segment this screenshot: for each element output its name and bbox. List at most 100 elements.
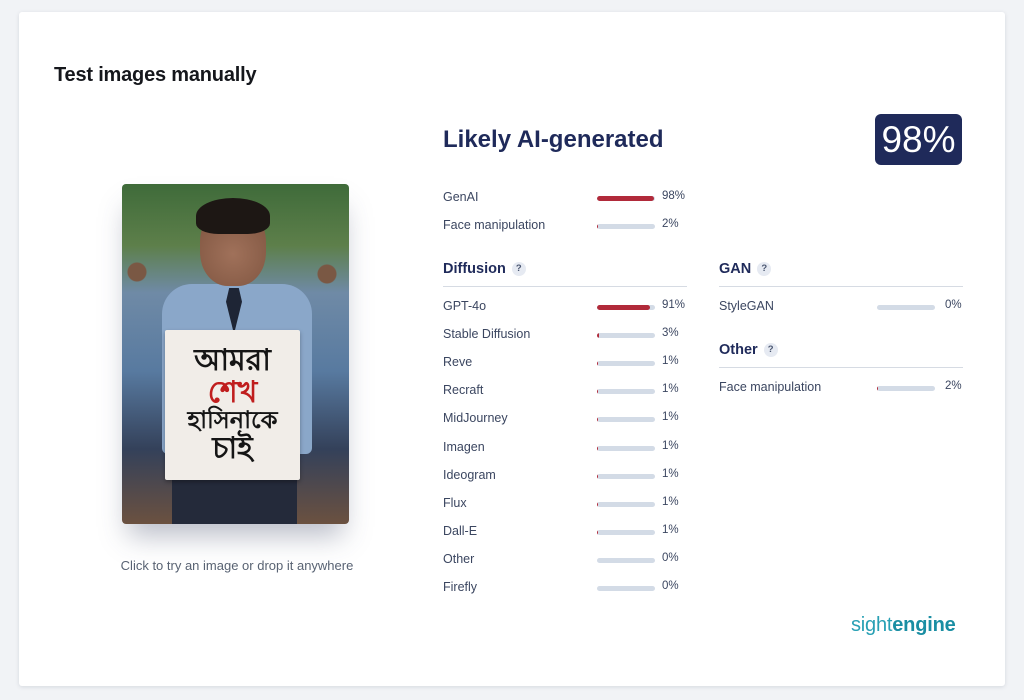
score-label: Firefly [443,580,478,594]
section-gan-title: GAN [719,261,752,277]
score-row: Flux 1% [443,494,705,514]
score-percent: 0% [662,580,679,592]
score-percent: 1% [662,439,679,452]
score-bar [597,224,655,229]
brand-part-1: sight [851,614,893,636]
score-label: Face manipulation [719,380,822,394]
score-label: Dall-E [443,523,478,538]
score-row: Firefly 0% [443,578,705,598]
sign-line-3: হাসিনাকে [187,406,278,435]
score-bar-fill [597,333,599,339]
main-card: Test images manually আমরা শেখ হাসিনাকে চ… [19,12,1005,686]
score-bar [597,305,655,310]
section-other-title: Other [719,342,758,358]
score-label: Other [443,551,475,566]
score-percent: 0% [662,551,679,564]
score-bar [597,389,655,395]
score-row: StyleGAN 0% [719,297,963,317]
divider-other [719,367,963,368]
score-bar [597,501,655,507]
score-bar-fill [597,445,598,451]
result-title: Likely AI-generated [443,126,664,153]
score-bar [597,586,655,591]
score-bar [597,529,655,535]
help-icon[interactable]: ? [757,262,772,277]
section-diffusion: Diffusion? [443,261,526,277]
score-bar-fill [597,224,599,229]
score-row: Face manipulation 2% [443,216,705,236]
score-bar [597,417,655,423]
image-hair [196,198,270,234]
score-bar-fill [597,529,598,535]
score-label: Ideogram [443,467,496,482]
score-bar-fill [597,361,598,367]
score-label: Recraft [443,383,484,398]
score-percent: 1% [662,411,679,424]
score-percent: 0% [945,299,962,311]
score-bar [597,557,655,563]
brand-logo[interactable]: sightengine [851,614,956,637]
image-trousers [172,480,297,524]
score-percent: 2% [662,218,679,230]
help-icon[interactable]: ? [763,343,778,358]
score-row: Face manipulation 2% [719,378,963,398]
score-percent: 1% [662,495,679,508]
score-bar [597,196,655,201]
score-bar-fill [597,389,598,395]
score-percent: 91% [662,299,686,311]
help-icon[interactable]: ? [511,262,526,277]
divider-gan [719,286,963,287]
score-bar-fill [597,501,598,507]
score-bar-fill [597,196,654,201]
score-percent: 2% [945,380,962,392]
score-row: GPT-4o 91% [443,297,705,317]
score-row: Ideogram 1% [443,466,705,486]
score-label: Flux [443,495,467,510]
score-label: Imagen [443,439,485,454]
score-row: MidJourney 1% [443,409,705,429]
divider-diffusion [443,286,687,287]
score-row: GenAI 98% [443,188,705,208]
upload-hint[interactable]: Click to try an image or drop it anywher… [87,558,387,573]
score-label: StyleGAN [719,299,774,313]
score-percent: 1% [662,523,679,536]
score-percent: 98% [662,190,686,202]
score-bar [597,473,655,479]
score-row: Reve 1% [443,353,705,373]
score-bar [597,445,655,451]
sign-line-2: শেখ [207,374,258,410]
score-label: GPT-4o [443,299,487,313]
score-row: Recraft 1% [443,381,705,401]
brand-part-2: engine [892,614,956,636]
uploaded-image[interactable]: আমরা শেখ হাসিনাকে চাই [122,184,349,524]
score-label: MidJourney [443,411,508,426]
score-row: Imagen 1% [443,438,705,458]
sign-line-1: আমরা [194,343,271,379]
score-label: Stable Diffusion [443,327,531,342]
score-row: Dall-E 1% [443,522,705,542]
score-row: Other 0% [443,550,705,570]
score-badge: 98% [875,114,962,165]
score-label: Face manipulation [443,218,546,232]
score-bar-fill [877,386,879,391]
score-label: GenAI [443,190,479,204]
section-gan: GAN? [719,261,772,277]
score-bar-fill [597,305,650,310]
score-row: Stable Diffusion 3% [443,325,705,345]
score-percent: 1% [662,355,679,368]
score-bar [877,386,935,391]
score-label: Reve [443,355,473,370]
score-bar-fill [597,417,598,423]
score-percent: 1% [662,467,679,480]
score-bar-fill [597,473,598,479]
score-percent: 3% [662,327,679,340]
score-bar [877,305,935,310]
section-diffusion-title: Diffusion [443,261,506,277]
sign-line-4: চাই [212,431,253,467]
score-bar [597,361,655,367]
score-percent: 1% [662,383,679,396]
page-title: Test images manually [54,64,257,86]
section-other: Other? [719,342,778,358]
image-sign: আমরা শেখ হাসিনাকে চাই [165,330,300,480]
score-bar [597,333,655,339]
